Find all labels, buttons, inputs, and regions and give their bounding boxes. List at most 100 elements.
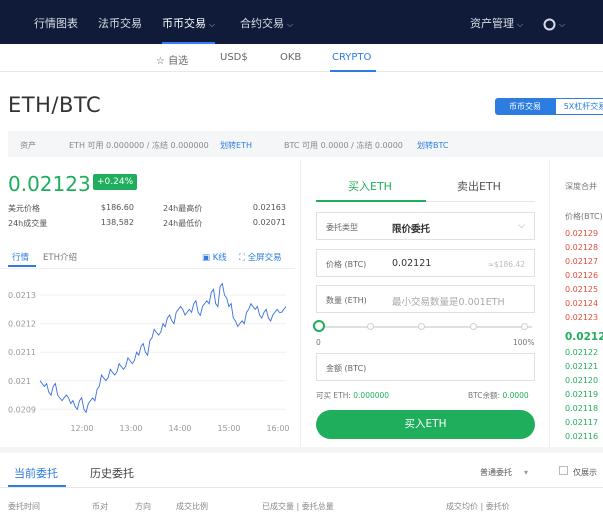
price-series-line [39, 282, 287, 414]
bid-price[interactable]: 0.02120 [565, 376, 598, 385]
asset-label: 资产 [20, 141, 36, 150]
tab-eth-intro[interactable]: ETH介绍 [43, 251, 77, 263]
tab-sell-eth[interactable]: 卖出ETH [457, 178, 501, 194]
transfer-btc-link[interactable]: 划转BTC [417, 140, 449, 151]
nav-item-market-chart[interactable]: 行情图表 [34, 0, 78, 44]
usd-price-value: $186.60 [100, 203, 134, 212]
fullscreen-icon: ⛶ [239, 253, 248, 263]
tab-market[interactable]: 行情 [12, 251, 29, 263]
ask-price[interactable]: 0.02128 [565, 243, 598, 252]
tab-favorites[interactable]: ☆ 自选 [156, 52, 188, 67]
chevron-down-icon: ⌵ [559, 20, 566, 29]
asset-bar: 资产 ETH 可用 0.000000 / 冻结 0.000000 划转ETH B… [8, 131, 603, 157]
y-tick-label: 0.0209 [8, 405, 36, 414]
bid-price[interactable]: 0.02118 [565, 404, 598, 413]
btc-balance-info: BTC余额: 0.0000 [468, 391, 529, 400]
volume-24h-value: 138,582 [100, 218, 134, 227]
tab-crypto[interactable]: CRYPTO [332, 52, 371, 63]
bid-price[interactable]: 0.02117 [565, 418, 598, 427]
nav-item-spot-trading[interactable]: 币币交易 ⌵ [162, 0, 216, 44]
slider-max-label: 100% [513, 338, 535, 347]
page-title: ETH/BTC [8, 93, 102, 117]
chevron-down-icon: ⌵ [518, 221, 525, 231]
tab-current-orders[interactable]: 当前委托 [14, 465, 58, 481]
amount-field[interactable]: 金额 (BTC) [316, 353, 535, 381]
slider-step[interactable] [521, 323, 528, 330]
caret-down-icon: ▾ [524, 468, 529, 477]
nav-item-asset-management[interactable]: 资产管理 ⌵ [470, 0, 523, 44]
depth-mid-price: 0.02123 [565, 331, 603, 343]
divider [0, 487, 603, 488]
tab-buy-eth[interactable]: 买入ETH [348, 178, 392, 194]
y-tick-label: 0.021 [8, 377, 31, 386]
depth-price-header: 价格(BTC) [565, 212, 603, 221]
order-type-value: 限价委托 [392, 224, 431, 235]
chevron-down-icon: ⌵ [517, 20, 524, 29]
nav-item-fiat-trading[interactable]: 法币交易 [98, 0, 142, 44]
top-navbar: 行情图表 法币交易 币币交易 ⌵ 合约交易 ⌵ 资产管理 ⌵ ⌵ [0, 0, 603, 44]
price-usd-hint: ≈$186.42 [487, 260, 525, 269]
ask-price[interactable]: 0.02123 [565, 313, 598, 322]
change-badge: +0.24% [93, 174, 138, 190]
kline-button[interactable]: ▣ K线 [202, 251, 227, 263]
tab-okb[interactable]: OKB [280, 52, 301, 63]
btc-balance: BTC 可用 0.0000 / 冻结 0.0000 [284, 141, 403, 150]
fullscreen-button[interactable]: ⛶ 全屏交易 [239, 251, 282, 263]
active-tab-indicator [316, 200, 426, 202]
y-tick-label: 0.0212 [8, 320, 36, 329]
price-value: 0.02121 [392, 258, 432, 269]
usd-price-label: 美元价格 [8, 204, 40, 213]
col-header-fill-ratio: 成交比例 [176, 502, 208, 511]
ask-price[interactable]: 0.02125 [565, 285, 598, 294]
hide-others-checkbox[interactable] [559, 466, 568, 475]
ask-price[interactable]: 0.02127 [565, 257, 598, 266]
y-tick-label: 0.0211 [8, 348, 36, 357]
volume-24h-label: 24h成交量 [8, 219, 48, 228]
margin-mode-button[interactable]: 5X杠杆交易 [555, 98, 603, 115]
ask-price[interactable]: 0.02126 [565, 271, 598, 280]
x-tick-label: 15:00 [217, 424, 240, 433]
x-tick-label: 13:00 [119, 424, 142, 433]
col-header-side: 方向 [135, 502, 151, 511]
order-type-filter[interactable]: 普通委托 ▾ [480, 467, 528, 478]
order-type-select[interactable]: 委托类型 限价委托 ⌵ [316, 212, 535, 240]
star-icon: ☆ [156, 56, 169, 67]
quantity-field[interactable]: 数量 (ETH) 最小交易数量是0.001ETH [316, 285, 535, 313]
ask-price[interactable]: 0.02129 [565, 229, 598, 238]
x-tick-label: 16:00 [266, 424, 289, 433]
bid-price[interactable]: 0.02119 [565, 390, 598, 399]
y-tick-label: 0.0213 [8, 291, 36, 300]
slider-step[interactable] [470, 323, 477, 330]
tab-usd[interactable]: USD$ [220, 52, 248, 63]
active-tab-indicator [330, 70, 376, 72]
nav-item-futures-trading[interactable]: 合约交易 ⌵ [240, 0, 293, 44]
account-menu[interactable]: ⌵ [543, 0, 565, 44]
chevron-down-icon: ⌵ [287, 20, 294, 29]
high-24h-value: 0.02163 [252, 203, 286, 212]
ask-price[interactable]: 0.02124 [565, 299, 598, 308]
last-price: 0.02123 [8, 172, 91, 196]
divider [0, 268, 295, 269]
bid-price[interactable]: 0.02121 [565, 362, 598, 371]
slider-step[interactable] [367, 323, 374, 330]
bid-price[interactable]: 0.02116 [565, 432, 598, 441]
tab-order-history[interactable]: 历史委托 [90, 465, 134, 481]
spot-mode-button[interactable]: 币币交易 [495, 98, 555, 115]
depth-merge-select[interactable]: 深度合并 [565, 181, 597, 192]
bid-price[interactable]: 0.02122 [565, 348, 598, 357]
transfer-eth-link[interactable]: 划转ETH [220, 140, 252, 151]
x-tick-label: 14:00 [168, 424, 191, 433]
amount-slider-track[interactable] [322, 326, 532, 328]
divider [549, 160, 550, 450]
col-header-filled-total: 已成交量 | 委托总量 [262, 502, 334, 511]
slider-min-label: 0 [316, 338, 321, 347]
buy-eth-button[interactable]: 买入ETH [316, 410, 535, 439]
price-field[interactable]: 价格 (BTC) 0.02121 ≈$186.42 [316, 249, 535, 277]
eth-balance: ETH 可用 0.000000 / 冻结 0.000000 [69, 141, 209, 150]
low-24h-label: 24h最低价 [163, 219, 203, 228]
hide-others-label: 仅展示 [573, 468, 597, 477]
market-subtabs: ☆ 自选 USD$ OKB CRYPTO [0, 44, 603, 72]
available-eth: 可买 ETH: 0.000000 [316, 391, 390, 400]
amount-slider-handle[interactable] [313, 320, 325, 332]
slider-step[interactable] [418, 323, 425, 330]
